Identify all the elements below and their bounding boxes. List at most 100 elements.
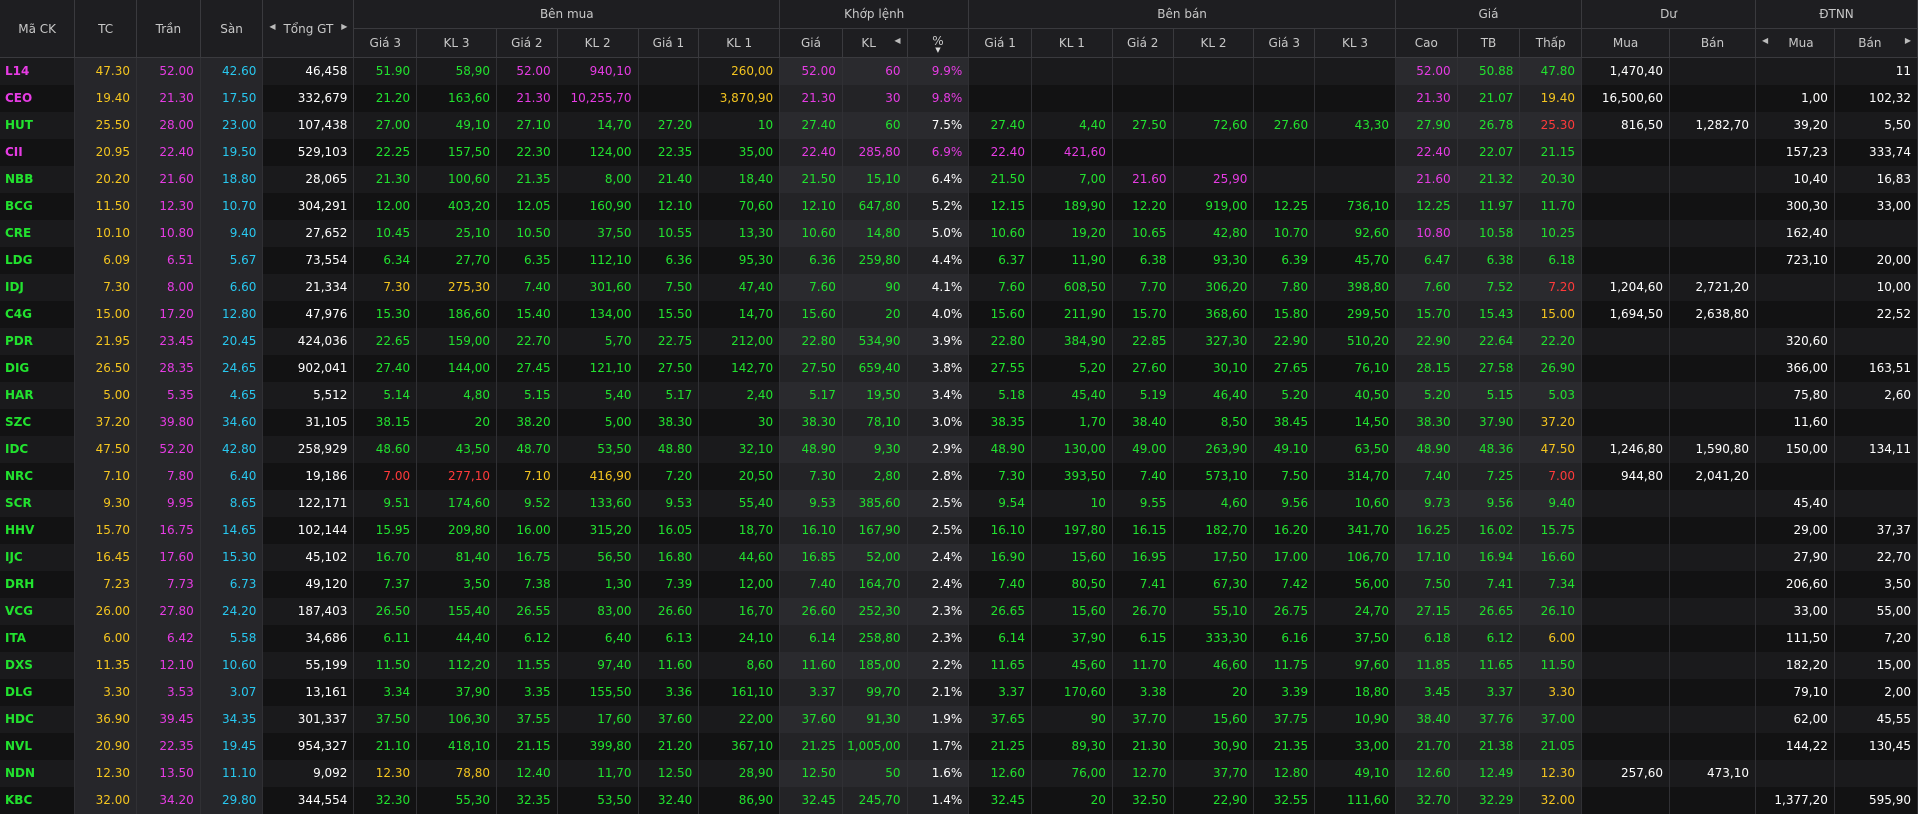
table-row[interactable]: DXS 11.35 12.10 10.60 55,199 11.50 112,20 11.55… [0, 651, 1918, 679]
col-ask-vol2[interactable]: KL 2 [1173, 28, 1255, 58]
symbol-cell[interactable]: CEO [0, 84, 76, 112]
symbol-cell[interactable]: HHV [0, 516, 76, 544]
col-bid-price3[interactable]: Giá 3 [353, 28, 418, 58]
table-row[interactable]: NVL 20.90 22.35 19.45 954,327 21.10 418,10 21.1… [0, 732, 1918, 760]
table-row[interactable]: NDN 12.30 13.50 11.10 9,092 12.30 78,80 12.40 11… [0, 759, 1918, 787]
col-avg[interactable]: TB [1457, 28, 1521, 58]
symbol-cell[interactable]: L14 [0, 57, 76, 85]
symbol-cell[interactable]: SZC [0, 408, 76, 436]
ask-price2-cell: 26.70 [1112, 597, 1174, 625]
symbol-cell[interactable]: VCG [0, 597, 76, 625]
table-row[interactable]: PDR 21.95 23.45 20.45 424,036 22.65 159,00 22.7… [0, 327, 1918, 355]
symbol-cell[interactable]: BCG [0, 192, 76, 220]
col-ref-header[interactable]: TC [74, 0, 138, 58]
symbol-cell[interactable]: SCR [0, 489, 76, 517]
col-remain-buy[interactable]: Mua [1581, 28, 1670, 58]
scroll-right-icon[interactable]: ▶ [341, 22, 353, 31]
table-row[interactable]: CRE 10.10 10.80 9.40 27,652 10.45 25,10 10.50 37… [0, 219, 1918, 247]
col-bid-vol2[interactable]: KL 2 [557, 28, 639, 58]
col-ask-vol1[interactable]: KL 1 [1031, 28, 1113, 58]
table-row[interactable]: CII 20.95 22.40 19.50 529,103 22.25 157,50 22.3… [0, 138, 1918, 166]
col-ask-price2[interactable]: Giá 2 [1112, 28, 1174, 58]
symbol-cell[interactable]: C4G [0, 300, 76, 328]
col-foreign-sell[interactable]: Bán ▶ [1834, 28, 1918, 58]
ref-price-cell: 5.00 [74, 381, 138, 409]
bid-vol3-cell: 155,40 [416, 597, 497, 625]
symbol-cell[interactable]: DRH [0, 570, 76, 598]
col-floor-header[interactable]: Sàn [200, 0, 264, 58]
table-row[interactable]: HAR 5.00 5.35 4.65 5,512 5.14 4,80 5.15 5,40 5.17… [0, 381, 1918, 409]
low-price-cell: 16.60 [1519, 543, 1583, 571]
symbol-cell[interactable]: IDJ [0, 273, 76, 301]
sort-icon[interactable]: ▼ [908, 47, 968, 54]
table-row[interactable]: IDC 47.50 52.20 42.80 258,929 48.60 43,50 48.70… [0, 435, 1918, 463]
symbol-cell[interactable]: PDR [0, 327, 76, 355]
foreign-sell-cell [1834, 327, 1918, 355]
symbol-cell[interactable]: NRC [0, 462, 76, 490]
scroll-left-icon[interactable]: ◀ [263, 22, 275, 31]
table-row[interactable]: IDJ 7.30 8.00 6.60 21,334 7.30 275,30 7.40 301,6… [0, 273, 1918, 301]
symbol-cell[interactable]: ITA [0, 624, 76, 652]
col-bid-price2[interactable]: Giá 2 [496, 28, 558, 58]
symbol-cell[interactable]: NBB [0, 165, 76, 193]
table-row[interactable]: CEO 19.40 21.30 17.50 332,679 21.20 163,60 21.3… [0, 84, 1918, 112]
bid-price1-cell: 9.53 [638, 489, 700, 517]
table-row[interactable]: NRC 7.10 7.80 6.40 19,186 7.00 277,10 7.10 416,9… [0, 462, 1918, 490]
col-high[interactable]: Cao [1395, 28, 1458, 58]
table-row[interactable]: IJC 16.45 17.60 15.30 45,102 16.70 81,40 16.75 5… [0, 543, 1918, 571]
col-match-vol[interactable]: KL ◀ [842, 28, 908, 58]
symbol-cell[interactable]: DXS [0, 651, 76, 679]
col-symbol-header[interactable]: Mã CK [0, 0, 76, 58]
col-ceil-header[interactable]: Trần [136, 0, 201, 58]
col-bid-price1[interactable]: Giá 1 [638, 28, 700, 58]
table-row[interactable]: SZC 37.20 39.80 34.60 31,105 38.15 20 38.20 5,00… [0, 408, 1918, 436]
symbol-cell[interactable]: LDG [0, 246, 76, 274]
ask-vol2-cell [1173, 138, 1255, 166]
col-ask-vol3[interactable]: KL 3 [1314, 28, 1396, 58]
table-row[interactable]: HHV 15.70 16.75 14.65 102,144 15.95 209,80 16.0… [0, 516, 1918, 544]
table-row[interactable]: DLG 3.30 3.53 3.07 13,161 3.34 37,90 3.35 155,50… [0, 678, 1918, 706]
scroll-left-icon[interactable]: ◀ [1756, 36, 1768, 45]
match-vol-cell: 245,70 [842, 786, 908, 814]
col-match-pct[interactable]: % ▼ [907, 28, 970, 58]
symbol-cell[interactable]: HDC [0, 705, 76, 733]
symbol-cell[interactable]: NVL [0, 732, 76, 760]
table-row[interactable]: ITA 6.00 6.42 5.58 34,686 6.11 44,40 6.12 6,40 6.… [0, 624, 1918, 652]
col-bid-vol1[interactable]: KL 1 [698, 28, 781, 58]
ask-price3-cell: 27.60 [1253, 111, 1316, 139]
scroll-right-icon[interactable]: ▶ [1905, 36, 1917, 45]
symbol-cell[interactable]: DLG [0, 678, 76, 706]
table-row[interactable]: DIG 26.50 28.35 24.65 902,041 27.40 144,00 27.4… [0, 354, 1918, 382]
scroll-left-icon[interactable]: ◀ [894, 36, 906, 45]
col-total-header[interactable]: ◀ Tổng GT ▶ [262, 0, 355, 58]
symbol-cell[interactable]: NDN [0, 759, 76, 787]
table-row[interactable]: DRH 7.23 7.73 6.73 49,120 7.37 3,50 7.38 1,30 7.3… [0, 570, 1918, 598]
low-price-cell: 7.00 [1519, 462, 1583, 490]
table-row[interactable]: BCG 11.50 12.30 10.70 304,291 12.00 403,20 12.0… [0, 192, 1918, 220]
ask-vol3-cell: 314,70 [1314, 462, 1396, 490]
table-row[interactable]: KBC 32.00 34.20 29.80 344,554 32.30 55,30 32.35… [0, 786, 1918, 814]
table-row[interactable]: LDG 6.09 6.51 5.67 73,554 6.34 27,70 6.35 112,10… [0, 246, 1918, 274]
table-row[interactable]: VCG 26.00 27.80 24.20 187,403 26.50 155,40 26.5… [0, 597, 1918, 625]
table-row[interactable]: L14 47.30 52.00 42.60 46,458 51.90 58,90 52.00 9… [0, 57, 1918, 85]
symbol-cell[interactable]: CII [0, 138, 76, 166]
symbol-cell[interactable]: KBC [0, 786, 76, 814]
col-remain-sell[interactable]: Bán [1669, 28, 1756, 58]
col-ask-price1[interactable]: Giá 1 [968, 28, 1032, 58]
symbol-cell[interactable]: CRE [0, 219, 76, 247]
col-low[interactable]: Thấp [1519, 28, 1583, 58]
symbol-cell[interactable]: DIG [0, 354, 76, 382]
table-row[interactable]: HUT 25.50 28.00 23.00 107,438 27.00 49,10 27.10… [0, 111, 1918, 139]
symbol-cell[interactable]: HAR [0, 381, 76, 409]
col-ask-price3[interactable]: Giá 3 [1253, 28, 1316, 58]
table-row[interactable]: HDC 36.90 39.45 34.35 301,337 37.50 106,30 37.5… [0, 705, 1918, 733]
symbol-cell[interactable]: IJC [0, 543, 76, 571]
symbol-cell[interactable]: IDC [0, 435, 76, 463]
col-match-price[interactable]: Giá [779, 28, 843, 58]
table-row[interactable]: C4G 15.00 17.20 12.80 47,976 15.30 186,60 15.40… [0, 300, 1918, 328]
table-row[interactable]: SCR 9.30 9.95 8.65 122,171 9.51 174,60 9.52 133,… [0, 489, 1918, 517]
symbol-cell[interactable]: HUT [0, 111, 76, 139]
table-row[interactable]: NBB 20.20 21.60 18.80 28,065 21.30 100,60 21.35… [0, 165, 1918, 193]
col-bid-vol3[interactable]: KL 3 [416, 28, 497, 58]
col-foreign-buy[interactable]: ◀ Mua [1755, 28, 1835, 58]
